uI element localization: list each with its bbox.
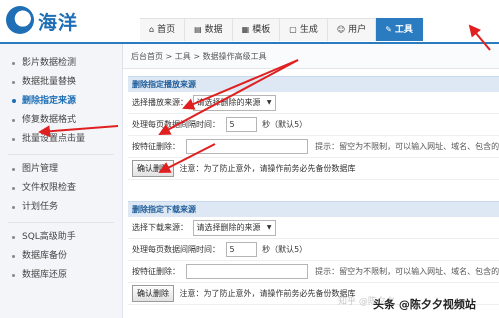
tab-generate-label: 生成	[299, 25, 318, 35]
bullet-icon	[12, 236, 15, 239]
sidebar: 影片数据检测 数据批量替换 删除指定来源 修复数据格式 批量设置点击量 图片管理…	[0, 44, 123, 318]
select-value: 请选择删除的来源	[196, 97, 261, 107]
panel-title: 删除指定播放来源	[128, 76, 499, 92]
sidebar-group-database: SQL高级助手 数据库备份 数据库还原	[0, 228, 122, 285]
feature-hint: 提示：留空为不限制，可以输入网址、域名、包含的字符	[315, 267, 499, 276]
top-bar: 海洋 ⌂ 首页 ▤ 数据 ▦ 模板 ▢ 生成 ☺ 用户 ✎ 工具	[0, 0, 499, 44]
tab-user-label: 用户	[348, 25, 367, 35]
sidebar-item-label: SQL高级助手	[22, 232, 76, 242]
select-label: 选择播放来源：	[132, 98, 188, 107]
tab-tools-label: 工具	[394, 25, 413, 35]
sidebar-item-db-backup[interactable]: 数据库备份	[0, 247, 122, 266]
sidebar-item-label: 修复数据格式	[22, 115, 77, 125]
form-row-interval: 处理每页数据间隔时间： 5 秒（默认5）	[128, 239, 499, 261]
sidebar-item-scheduled-tasks[interactable]: 计划任务	[0, 198, 122, 217]
sidebar-item-label: 数据批量替换	[22, 77, 77, 87]
sidebar-item-permissions[interactable]: 文件权限检查	[0, 179, 122, 198]
select-value: 请选择删除的来源	[196, 222, 261, 232]
feature-hint: 提示：留空为不限制，可以输入网址、域名、包含的字符	[315, 142, 499, 151]
sidebar-item-label: 图片管理	[22, 164, 59, 174]
data-icon: ▤	[194, 25, 202, 34]
sidebar-item-delete-source[interactable]: 删除指定来源	[0, 92, 122, 111]
notice-text: 注意：为了防止意外，请操作前务必先备份数据库	[179, 164, 356, 173]
form-row-interval: 处理每页数据间隔时间： 5 秒（默认5）	[128, 114, 499, 136]
feature-input[interactable]	[185, 139, 308, 154]
sidebar-item-batch-replace[interactable]: 数据批量替换	[0, 73, 122, 92]
sidebar-item-label: 计划任务	[22, 202, 59, 212]
edit-icon: ✎	[385, 25, 392, 34]
bullet-icon	[12, 274, 15, 277]
generate-icon: ▢	[289, 25, 297, 34]
tab-data[interactable]: ▤ 数据	[185, 18, 233, 41]
interval-suffix: 秒（默认5）	[262, 245, 308, 254]
bullet-icon	[12, 99, 16, 103]
bullet-icon	[12, 138, 15, 141]
sidebar-item-label: 批量设置点击量	[22, 134, 86, 144]
interval-input[interactable]: 5	[225, 242, 257, 257]
sidebar-item-video-check[interactable]: 影片数据检测	[0, 54, 122, 73]
sidebar-item-repair-format[interactable]: 修复数据格式	[0, 111, 122, 130]
tab-data-label: 数据	[204, 25, 223, 35]
interval-suffix: 秒（默认5）	[262, 120, 308, 129]
sidebar-item-sql-helper[interactable]: SQL高级助手	[0, 228, 122, 247]
logo[interactable]: 海洋	[6, 6, 116, 36]
panel-delete-play-source: 删除指定播放来源 选择播放来源： 请选择删除的来源 ▼ 处理每页数据间隔时间： …	[128, 76, 499, 180]
feature-label: 按特征删除：	[132, 142, 180, 151]
sidebar-divider	[8, 154, 114, 155]
top-nav: ⌂ 首页 ▤ 数据 ▦ 模板 ▢ 生成 ☺ 用户 ✎ 工具	[140, 18, 423, 42]
confirm-delete-button[interactable]: 确认删除	[132, 160, 174, 177]
tab-tools[interactable]: ✎ 工具	[376, 18, 423, 41]
sidebar-group-data: 影片数据检测 数据批量替换 删除指定来源 修复数据格式 批量设置点击量	[0, 44, 122, 149]
form-row-feature: 按特征删除： 提示：留空为不限制，可以输入网址、域名、包含的字符	[128, 136, 499, 158]
bullet-icon	[12, 206, 15, 209]
bullet-icon	[12, 255, 15, 258]
feature-input[interactable]	[185, 264, 308, 279]
sidebar-item-label: 数据库备份	[22, 251, 68, 261]
sidebar-divider	[8, 222, 114, 223]
interval-label: 处理每页数据间隔时间：	[132, 120, 220, 129]
form-row-feature: 按特征删除： 提示：留空为不限制，可以输入网址、域名、包含的字符	[128, 261, 499, 283]
panel-title: 删除指定下载来源	[128, 201, 499, 217]
sidebar-item-label: 数据库还原	[22, 270, 68, 280]
sidebar-group-files: 图片管理 文件权限检查 计划任务	[0, 160, 122, 217]
sidebar-item-label: 影片数据检测	[22, 58, 77, 68]
watermark-toutiao: 头条 @陈夕夕视频站	[373, 298, 476, 311]
tab-generate[interactable]: ▢ 生成	[280, 18, 328, 41]
sidebar-item-images[interactable]: 图片管理	[0, 160, 122, 179]
sidebar-item-label: 删除指定来源	[22, 96, 77, 106]
sidebar-item-db-restore[interactable]: 数据库还原	[0, 266, 122, 285]
tab-user[interactable]: ☺ 用户	[327, 18, 377, 41]
tab-template[interactable]: ▦ 模板	[232, 18, 281, 41]
form-row-select: 选择播放来源： 请选择删除的来源 ▼	[128, 92, 499, 114]
caret-down-icon: ▼	[266, 98, 272, 106]
form-row-select: 选择下载来源： 请选择删除的来源 ▼	[128, 217, 499, 239]
play-source-select[interactable]: 请选择删除的来源 ▼	[192, 94, 276, 111]
logo-icon	[6, 6, 34, 34]
caret-down-icon: ▼	[266, 223, 272, 231]
interval-input[interactable]: 5	[225, 117, 257, 132]
bullet-icon	[12, 168, 15, 171]
sidebar-item-set-clicks[interactable]: 批量设置点击量	[0, 130, 122, 149]
bullet-icon	[12, 81, 15, 84]
panel-delete-download-source: 删除指定下载来源 选择下载来源： 请选择删除的来源 ▼ 处理每页数据间隔时间： …	[128, 201, 499, 305]
notice-text: 注意：为了防止意外，请操作前务必先备份数据库	[179, 289, 356, 298]
bullet-icon	[12, 119, 15, 122]
download-source-select[interactable]: 请选择删除的来源 ▼	[192, 219, 276, 236]
form-row-actions: 确认删除 注意：为了防止意外，请操作前务必先备份数据库	[128, 158, 499, 180]
interval-label: 处理每页数据间隔时间：	[132, 245, 220, 254]
sidebar-item-label: 文件权限检查	[22, 183, 77, 193]
tab-home-label: 首页	[157, 25, 176, 35]
breadcrumb: 后台首页 > 工具 > 数据操作高级工具	[123, 44, 499, 69]
tab-template-label: 模板	[252, 25, 271, 35]
select-label: 选择下载来源：	[132, 223, 188, 232]
home-icon: ⌂	[149, 25, 155, 34]
bullet-icon	[12, 62, 15, 65]
tab-home[interactable]: ⌂ 首页	[140, 18, 186, 41]
user-icon: ☺	[336, 25, 346, 34]
feature-label: 按特征删除：	[132, 267, 180, 276]
bullet-icon	[12, 187, 15, 190]
confirm-delete-button[interactable]: 确认删除	[132, 285, 174, 302]
template-icon: ▦	[241, 25, 250, 34]
logo-text: 海洋	[38, 12, 79, 34]
